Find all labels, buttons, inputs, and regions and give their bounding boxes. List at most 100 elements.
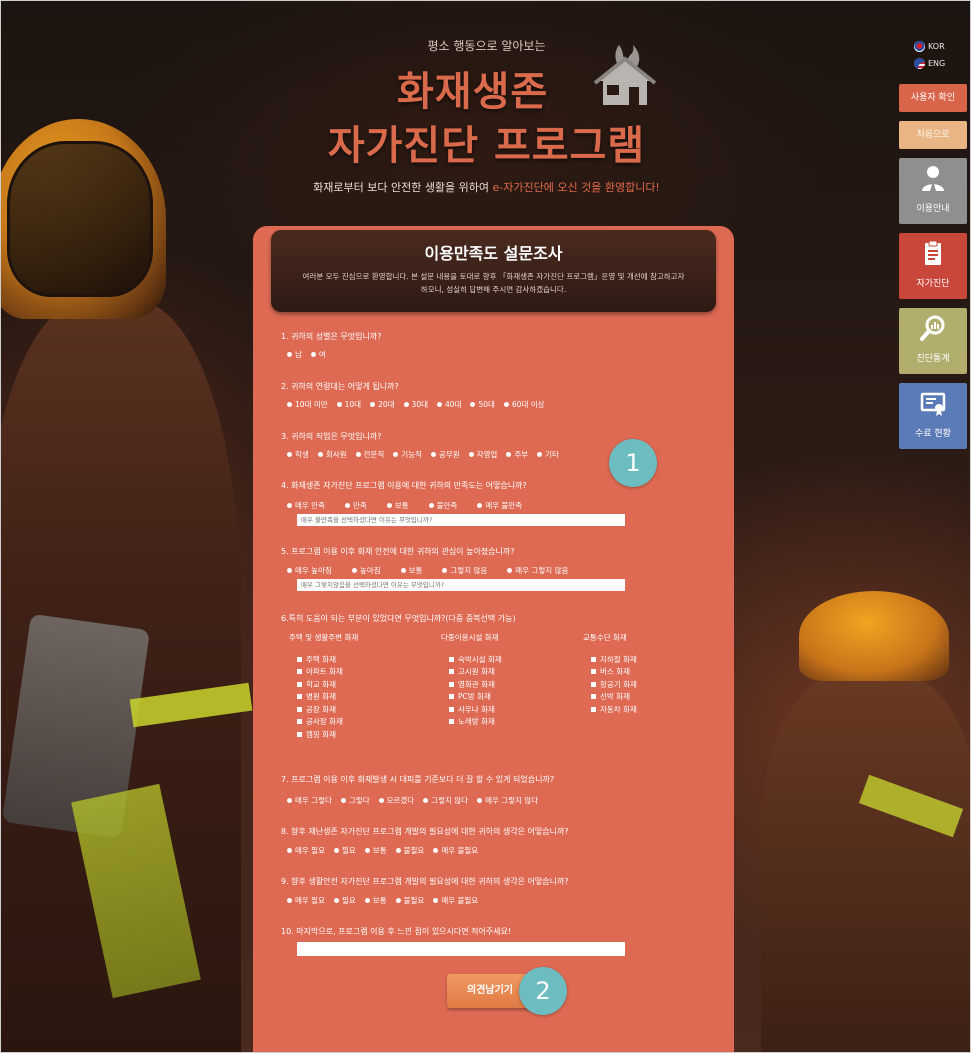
annotation-badge-2: 2 bbox=[519, 967, 567, 1015]
radio-option[interactable]: 회사원 bbox=[318, 449, 347, 460]
q1-label: 1. 귀하의 성별은 무엇입니까? bbox=[281, 332, 382, 341]
radio-option[interactable]: 기능직 bbox=[393, 449, 422, 460]
radio-option[interactable]: 매우 불만족 bbox=[477, 500, 522, 511]
radio-option[interactable]: 학생 bbox=[287, 449, 309, 460]
radio-option[interactable]: 불필요 bbox=[396, 845, 425, 856]
award-status-button[interactable]: 수료 현황 bbox=[899, 383, 967, 449]
checkbox-option[interactable]: 캠핑 화재 bbox=[289, 728, 358, 741]
q6-group-transport: 교통수단 화재 지하철 화재 버스 화재 항공기 화재 선박 화재 자동차 화재 bbox=[583, 632, 637, 716]
statistics-button[interactable]: 진단통계 bbox=[899, 308, 967, 374]
checkbox-option[interactable]: 아파트 화재 bbox=[289, 666, 358, 679]
radio-option[interactable]: 보통 bbox=[401, 565, 423, 576]
radio-option[interactable]: 매우 필요 bbox=[287, 895, 325, 906]
burning-house-icon bbox=[593, 45, 657, 105]
self-diagnosis-button[interactable]: 자가진단 bbox=[899, 233, 967, 299]
lang-kor-button[interactable]: KOR bbox=[914, 41, 945, 52]
survey-header: 이용만족도 설문조사 여러분 모두 진심으로 환영합니다. 본 설문 내용을 토… bbox=[271, 230, 716, 312]
radio-option[interactable]: 매우 필요 bbox=[287, 845, 325, 856]
firefighter-right-image bbox=[761, 671, 970, 1052]
radio-option[interactable]: 자영업 bbox=[469, 449, 498, 460]
lang-eng-label: ENG bbox=[928, 59, 946, 68]
radio-option[interactable]: 기타 bbox=[537, 449, 559, 460]
q2-options: 10대 미만 10대 20대 30대 40대 50대 60대 이상 bbox=[287, 399, 554, 410]
radio-option[interactable]: 공무원 bbox=[431, 449, 460, 460]
welcome-highlight: e-자가진단에 오신 것을 환영합니다! bbox=[492, 181, 660, 194]
radio-option[interactable]: 그렇지 않음 bbox=[442, 565, 487, 576]
checkbox-option[interactable]: 영화관 화재 bbox=[441, 678, 502, 691]
radio-option[interactable]: 모르겠다 bbox=[379, 795, 415, 806]
radio-option[interactable]: 불만족 bbox=[429, 500, 458, 511]
q10-label: 10. 마지막으로, 프로그램 이용 후 느낀 점이 있으시다면 적어주세요! bbox=[281, 927, 512, 936]
guide-button[interactable]: 이용안내 bbox=[899, 158, 967, 224]
checkbox-option[interactable]: 고시원 화재 bbox=[441, 666, 502, 679]
annotation-badge-1: 1 bbox=[609, 439, 657, 487]
radio-option[interactable]: 불필요 bbox=[396, 895, 425, 906]
checkbox-option[interactable]: 공사장 화재 bbox=[289, 716, 358, 729]
radio-option[interactable]: 매우 그렇지 않다 bbox=[477, 795, 538, 806]
checkbox-option[interactable]: PC방 화재 bbox=[441, 691, 502, 704]
firefighter-right-helmet bbox=[799, 591, 949, 681]
checkbox-option[interactable]: 노래방 화재 bbox=[441, 716, 502, 729]
user-check-button[interactable]: 사용자 확인 bbox=[899, 84, 967, 112]
header-title-line2: 자가진단 프로그램 bbox=[327, 123, 646, 169]
radio-option[interactable]: 30대 bbox=[404, 399, 428, 410]
checkbox-option[interactable]: 학교 화재 bbox=[289, 678, 358, 691]
checkbox-option[interactable]: 선박 화재 bbox=[583, 691, 637, 704]
usa-flag-icon bbox=[914, 58, 925, 69]
radio-option[interactable]: 전문직 bbox=[356, 449, 385, 460]
checkbox-option[interactable]: 사우나 화재 bbox=[441, 703, 502, 716]
radio-option[interactable]: 매우 불필요 bbox=[433, 895, 478, 906]
radio-option[interactable]: 보통 bbox=[387, 500, 409, 511]
clipboard-icon bbox=[925, 240, 941, 265]
checkbox-option[interactable]: 항공기 화재 bbox=[583, 678, 637, 691]
radio-option[interactable]: 40대 bbox=[437, 399, 461, 410]
q4-label: 4. 화재생존 자가진단 프로그램 이용에 대한 귀하의 만족도는 어떻습니까? bbox=[281, 481, 527, 490]
q5-reason-input[interactable] bbox=[297, 579, 625, 591]
radio-option[interactable]: 20대 bbox=[370, 399, 394, 410]
radio-option[interactable]: 높아짐 bbox=[352, 565, 381, 576]
statistics-label: 진단통계 bbox=[916, 354, 950, 364]
checkbox-option[interactable]: 공장 화재 bbox=[289, 703, 358, 716]
radio-option[interactable]: 필요 bbox=[334, 845, 356, 856]
q4-options: 매우 만족 만족 보통 불만족 매우 불만족 bbox=[287, 500, 542, 511]
award-status-label: 수료 현황 bbox=[915, 429, 951, 439]
q6-group-housing: 주택 및 생활주변 화재 주택 화재 아파트 화재 학교 화재 병원 화재 공장… bbox=[289, 632, 358, 741]
radio-option[interactable]: 그렇다 bbox=[341, 795, 370, 806]
q7-label: 7. 프로그램 이용 이후 화재발생 시 대피를 기준보다 더 잘 할 수 있게… bbox=[281, 775, 555, 784]
group-title: 주택 및 생활주변 화재 bbox=[289, 633, 359, 642]
radio-option[interactable]: 주부 bbox=[506, 449, 528, 460]
radio-option[interactable]: 10대 미만 bbox=[287, 399, 328, 410]
radio-option[interactable]: 10대 bbox=[337, 399, 361, 410]
radio-option[interactable]: 매우 그렇다 bbox=[287, 795, 332, 806]
radio-option[interactable]: 매우 그렇지 않음 bbox=[507, 565, 568, 576]
radio-option[interactable]: 만족 bbox=[345, 500, 367, 511]
radio-option[interactable]: 그렇지 않다 bbox=[423, 795, 468, 806]
checkbox-option[interactable]: 자동차 화재 bbox=[583, 703, 637, 716]
q8-label: 8. 향후 재난생존 자가진단 프로그램 개발의 필요성에 대한 귀하의 생각은… bbox=[281, 827, 569, 836]
radio-option[interactable]: 필요 bbox=[334, 895, 356, 906]
radio-option[interactable]: 50대 bbox=[470, 399, 494, 410]
checkbox-option[interactable]: 주택 화재 bbox=[289, 653, 358, 666]
radio-option[interactable]: 매우 만족 bbox=[287, 500, 325, 511]
radio-option[interactable]: 남 bbox=[287, 349, 302, 360]
group-title: 교통수단 화재 bbox=[583, 633, 627, 642]
q4-reason-input[interactable] bbox=[297, 514, 625, 526]
radio-option[interactable]: 매우 불필요 bbox=[433, 845, 478, 856]
person-guide-icon bbox=[922, 166, 944, 191]
checkbox-option[interactable]: 지하철 화재 bbox=[583, 653, 637, 666]
q10-feedback-input[interactable] bbox=[297, 942, 625, 956]
radio-option[interactable]: 여 bbox=[311, 349, 326, 360]
radio-option[interactable]: 보통 bbox=[365, 895, 387, 906]
lang-eng-button[interactable]: ENG bbox=[914, 58, 945, 69]
radio-option[interactable]: 60대 이상 bbox=[504, 399, 545, 410]
radio-option[interactable]: 매우 높아짐 bbox=[287, 565, 332, 576]
survey-panel: 이용만족도 설문조사 여러분 모두 진심으로 환영합니다. 본 설문 내용을 토… bbox=[253, 226, 734, 1052]
radio-option[interactable]: 보통 bbox=[365, 845, 387, 856]
checkbox-option[interactable]: 버스 화재 bbox=[583, 666, 637, 679]
magnifier-chart-icon bbox=[920, 315, 945, 341]
checkbox-option[interactable]: 숙박시설 화재 bbox=[441, 653, 502, 666]
korea-flag-icon bbox=[914, 41, 925, 52]
checkbox-option[interactable]: 병원 화재 bbox=[289, 691, 358, 704]
first-visit-button[interactable]: 처음으로 bbox=[899, 121, 967, 149]
q5-label: 5. 프로그램 이용 이후 화재 안전에 대한 귀하의 관심이 높아졌습니까? bbox=[281, 547, 515, 556]
